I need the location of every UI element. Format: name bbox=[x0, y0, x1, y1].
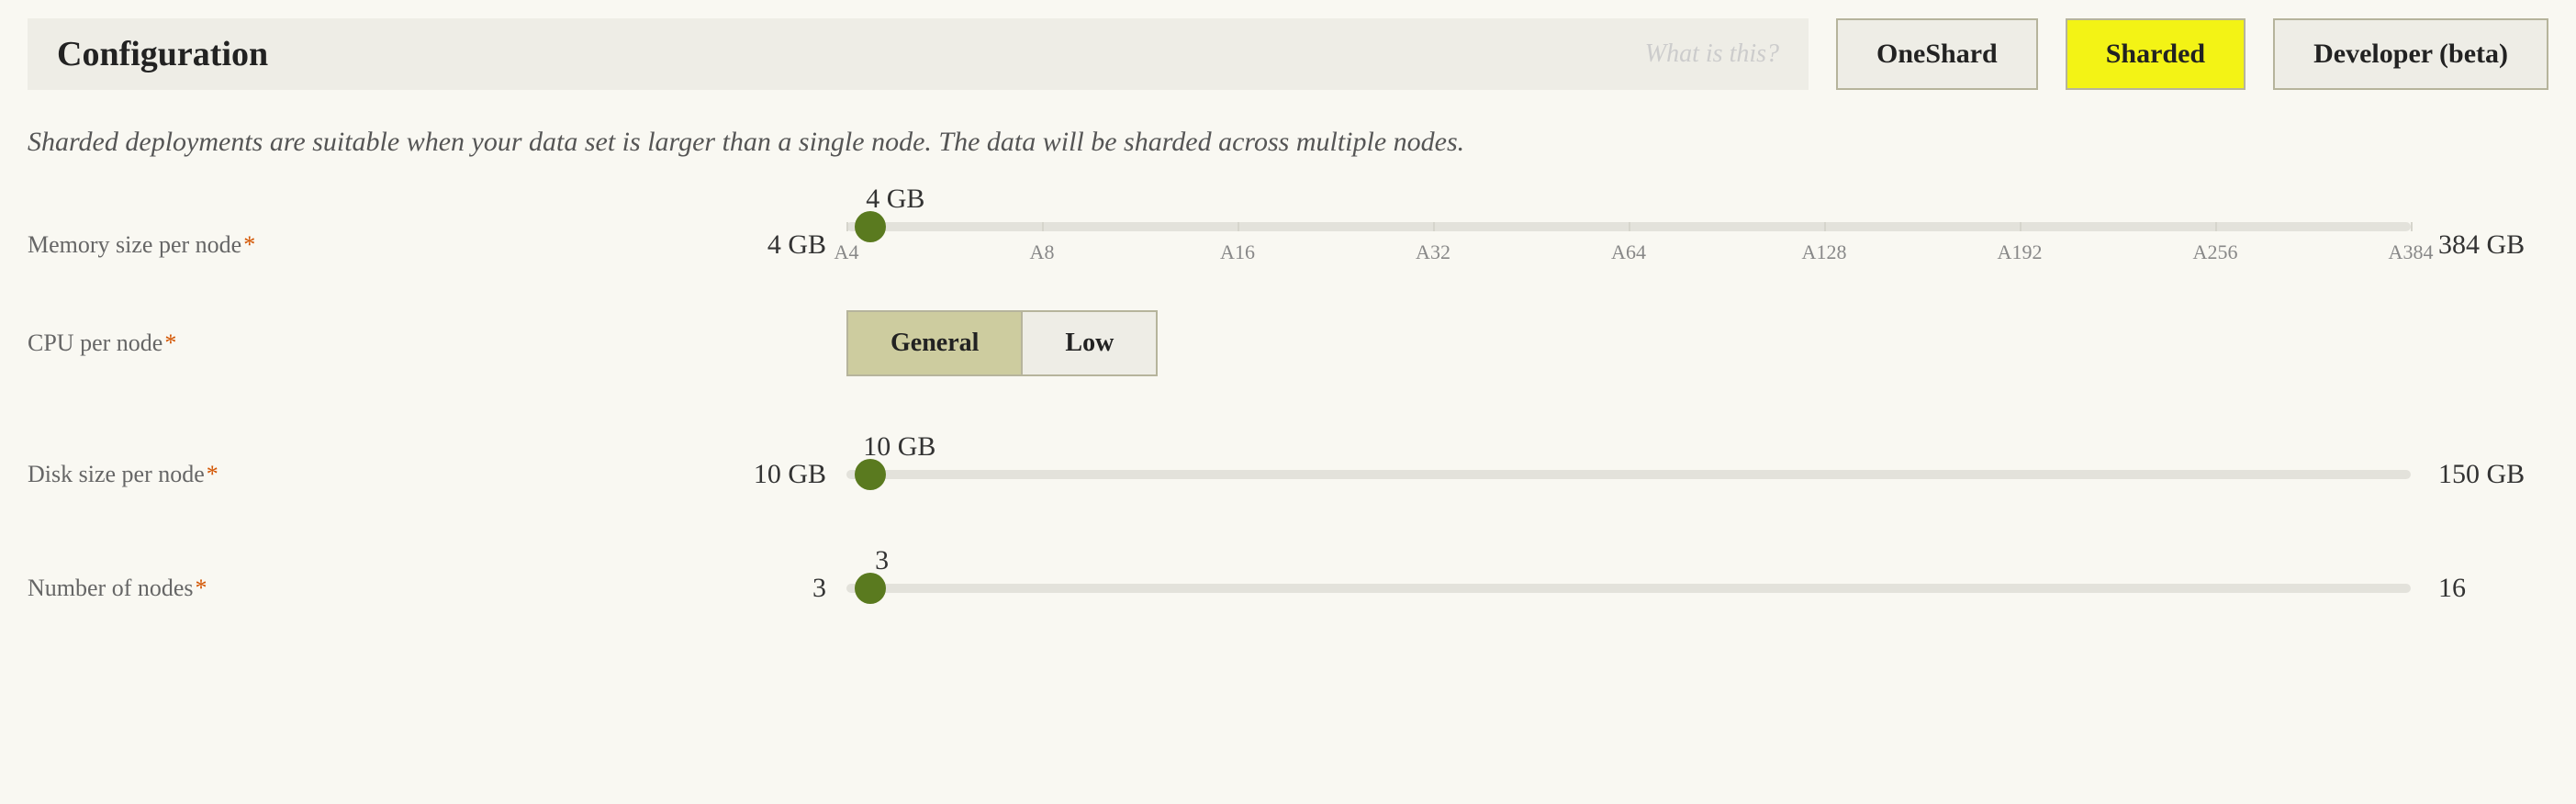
disk-min: 10 GB bbox=[734, 459, 826, 490]
disk-value-label: 10 GB bbox=[863, 431, 935, 463]
tab-sharded[interactable]: Sharded bbox=[2066, 18, 2246, 90]
memory-min: 4 GB bbox=[734, 229, 826, 261]
nodes-label: Number of nodes* bbox=[28, 575, 734, 602]
nodes-value-label: 3 bbox=[875, 545, 889, 576]
memory-slider[interactable]: 4 GB bbox=[846, 222, 2411, 231]
deployment-mode-tabs: OneShard Sharded Developer (beta) bbox=[1836, 18, 2548, 90]
memory-value-label: 4 GB bbox=[866, 184, 924, 215]
nodes-min: 3 bbox=[734, 573, 826, 604]
disk-slider-thumb[interactable] bbox=[855, 459, 886, 490]
page-title: Configuration bbox=[57, 34, 268, 74]
tab-developer[interactable]: Developer (beta) bbox=[2273, 18, 2548, 90]
cpu-segmented: General Low bbox=[846, 310, 1158, 376]
tab-oneshard[interactable]: OneShard bbox=[1836, 18, 2038, 90]
what-is-this-link[interactable]: What is this? bbox=[1645, 39, 1779, 69]
disk-label: Disk size per node* bbox=[28, 461, 734, 488]
cpu-general-button[interactable]: General bbox=[848, 312, 1021, 374]
disk-max: 150 GB bbox=[2438, 459, 2548, 490]
cpu-label: CPU per node* bbox=[28, 329, 734, 357]
disk-slider[interactable]: 10 GB bbox=[846, 470, 2411, 479]
memory-tick-labels: A4 A8 A16 A32 A64 A128 A192 A256 A384 bbox=[846, 240, 2411, 268]
memory-max: 384 GB bbox=[2438, 229, 2548, 261]
title-bar: Configuration What is this? bbox=[28, 18, 1809, 90]
nodes-slider-thumb[interactable] bbox=[855, 573, 886, 604]
mode-description: Sharded deployments are suitable when yo… bbox=[28, 127, 2548, 158]
nodes-max: 16 bbox=[2438, 573, 2548, 604]
memory-label: Memory size per node* bbox=[28, 231, 734, 259]
cpu-low-button[interactable]: Low bbox=[1021, 312, 1156, 374]
memory-slider-thumb[interactable] bbox=[855, 211, 886, 242]
nodes-slider[interactable]: 3 bbox=[846, 584, 2411, 593]
